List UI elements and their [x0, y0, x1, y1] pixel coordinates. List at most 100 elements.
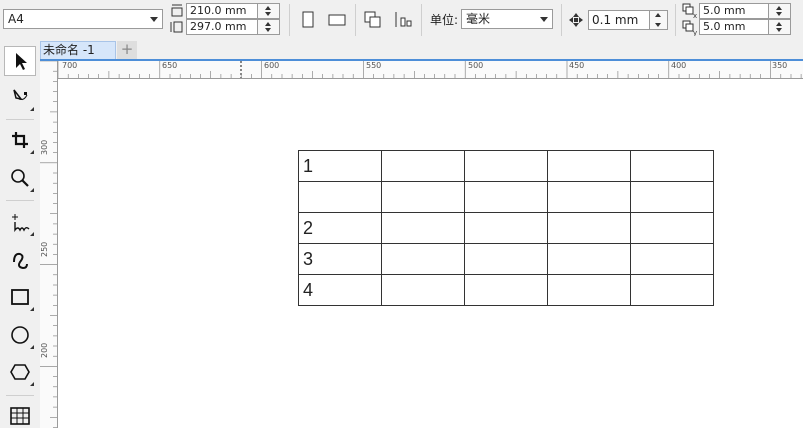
ruler-label: 250: [40, 241, 49, 257]
rectangle-tool[interactable]: [4, 283, 36, 313]
ruler-label: 350: [772, 61, 788, 70]
ruler-label: 700: [62, 61, 78, 70]
nudge-field[interactable]: 0.1 mm: [588, 10, 650, 30]
table-cell[interactable]: [630, 212, 714, 244]
table-cell[interactable]: [547, 212, 631, 244]
table-cell[interactable]: [381, 150, 465, 182]
pick-tool[interactable]: [4, 46, 36, 76]
svg-text:y: y: [693, 29, 697, 36]
separator: [561, 4, 562, 36]
portrait-icon[interactable]: [297, 9, 319, 31]
freehand-tool[interactable]: [4, 208, 36, 238]
zoom-tool[interactable]: [4, 164, 36, 194]
landscape-icon[interactable]: [326, 9, 348, 31]
table-cell[interactable]: [464, 150, 548, 182]
units-label: 单位:: [430, 13, 459, 27]
ruler-label: 600: [264, 61, 280, 70]
artistic-media-tool[interactable]: [4, 246, 36, 276]
all-pages-icon[interactable]: [362, 9, 384, 31]
duplicate-y-icon: y: [682, 20, 698, 39]
vertical-ruler[interactable]: 300 250 200: [40, 61, 58, 428]
ruler-label: 200: [40, 342, 49, 358]
zoom-icon: [11, 169, 29, 187]
tab-document[interactable]: 未命名 -1: [40, 41, 116, 59]
units-value: 毫米: [466, 12, 491, 26]
shape-tool[interactable]: [4, 83, 36, 113]
separator: [675, 4, 676, 36]
ruler-label: 650: [162, 61, 178, 70]
duplicate-x-value: 5.0 mm: [703, 4, 746, 17]
pointer-icon: [16, 53, 27, 70]
table-cell[interactable]: [464, 212, 548, 244]
page-height-value: 297.0 mm: [190, 20, 247, 33]
horizontal-ruler[interactable]: 700 650 600 550 500 450 400 350: [58, 61, 803, 79]
duplicate-y-value: 5.0 mm: [703, 20, 746, 33]
polygon-icon: [10, 364, 30, 380]
duplicate-x-spinner[interactable]: [769, 3, 791, 19]
page-width-icon: [170, 4, 184, 21]
ruler-label: 300: [40, 139, 49, 155]
table-cell[interactable]: 2: [298, 212, 382, 244]
crop-icon: [12, 132, 28, 148]
duplicate-x-field[interactable]: 5.0 mm: [699, 3, 769, 19]
table-cell[interactable]: [630, 274, 714, 306]
page-height-icon: [170, 20, 184, 37]
freehand-icon: [12, 214, 30, 233]
table-cell[interactable]: [464, 243, 548, 275]
table-cell[interactable]: [381, 274, 465, 306]
table-cell[interactable]: [464, 274, 548, 306]
polygon-tool[interactable]: [4, 358, 36, 388]
toolbox: [0, 40, 41, 428]
page-height-spinner[interactable]: [258, 19, 280, 35]
curve-icon: [13, 252, 28, 270]
table-row[interactable]: 4: [298, 274, 714, 306]
document-tab-bar: 未命名 -1 +: [40, 40, 803, 59]
add-tab-icon: +: [120, 40, 134, 58]
units-select[interactable]: 毫米: [461, 9, 553, 29]
shape-edit-icon: [13, 89, 28, 101]
separator: [289, 4, 290, 36]
page-width-field[interactable]: 210.0 mm: [186, 3, 258, 19]
table-cell[interactable]: [381, 212, 465, 244]
add-tab-button[interactable]: +: [117, 41, 137, 59]
table-cell[interactable]: [630, 181, 714, 213]
table-row[interactable]: [298, 181, 714, 213]
table-row[interactable]: 1: [298, 150, 714, 182]
table-row[interactable]: 2: [298, 212, 714, 244]
table-cell[interactable]: 3: [298, 243, 382, 275]
ruler-label: 450: [569, 61, 585, 70]
table-row[interactable]: 3: [298, 243, 714, 275]
page-size-select[interactable]: A4: [3, 9, 163, 29]
table-cell[interactable]: [547, 181, 631, 213]
table-cell[interactable]: [381, 243, 465, 275]
table-cell[interactable]: 1: [298, 150, 382, 182]
page-height-field[interactable]: 297.0 mm: [186, 19, 258, 35]
chevron-down-icon: [540, 17, 548, 22]
crop-tool[interactable]: [4, 126, 36, 156]
current-page-icon[interactable]: [392, 9, 414, 31]
svg-text:x: x: [693, 12, 697, 19]
table-cell[interactable]: [630, 150, 714, 182]
nudge-spinner[interactable]: [650, 10, 668, 30]
ruler-label: 400: [671, 61, 687, 70]
chevron-down-icon: [150, 17, 158, 22]
page-width-spinner[interactable]: [258, 3, 280, 19]
nudge-icon: [568, 12, 584, 31]
table-cell[interactable]: [630, 243, 714, 275]
table-cell[interactable]: [547, 150, 631, 182]
table-icon: [10, 407, 30, 425]
nudge-value: 0.1 mm: [592, 13, 639, 27]
duplicate-y-spinner[interactable]: [769, 19, 791, 35]
table-cell[interactable]: 4: [298, 274, 382, 306]
separator: [421, 4, 422, 36]
page-width-value: 210.0 mm: [190, 4, 247, 17]
table-cell[interactable]: [547, 243, 631, 275]
ellipse-tool[interactable]: [4, 321, 36, 351]
table-cell[interactable]: [464, 181, 548, 213]
table-cell[interactable]: [298, 181, 382, 213]
ruler-label: 500: [468, 61, 484, 70]
duplicate-y-field[interactable]: 5.0 mm: [699, 19, 769, 35]
table-cell[interactable]: [381, 181, 465, 213]
drawn-table[interactable]: 1 234: [298, 150, 714, 306]
table-cell[interactable]: [547, 274, 631, 306]
